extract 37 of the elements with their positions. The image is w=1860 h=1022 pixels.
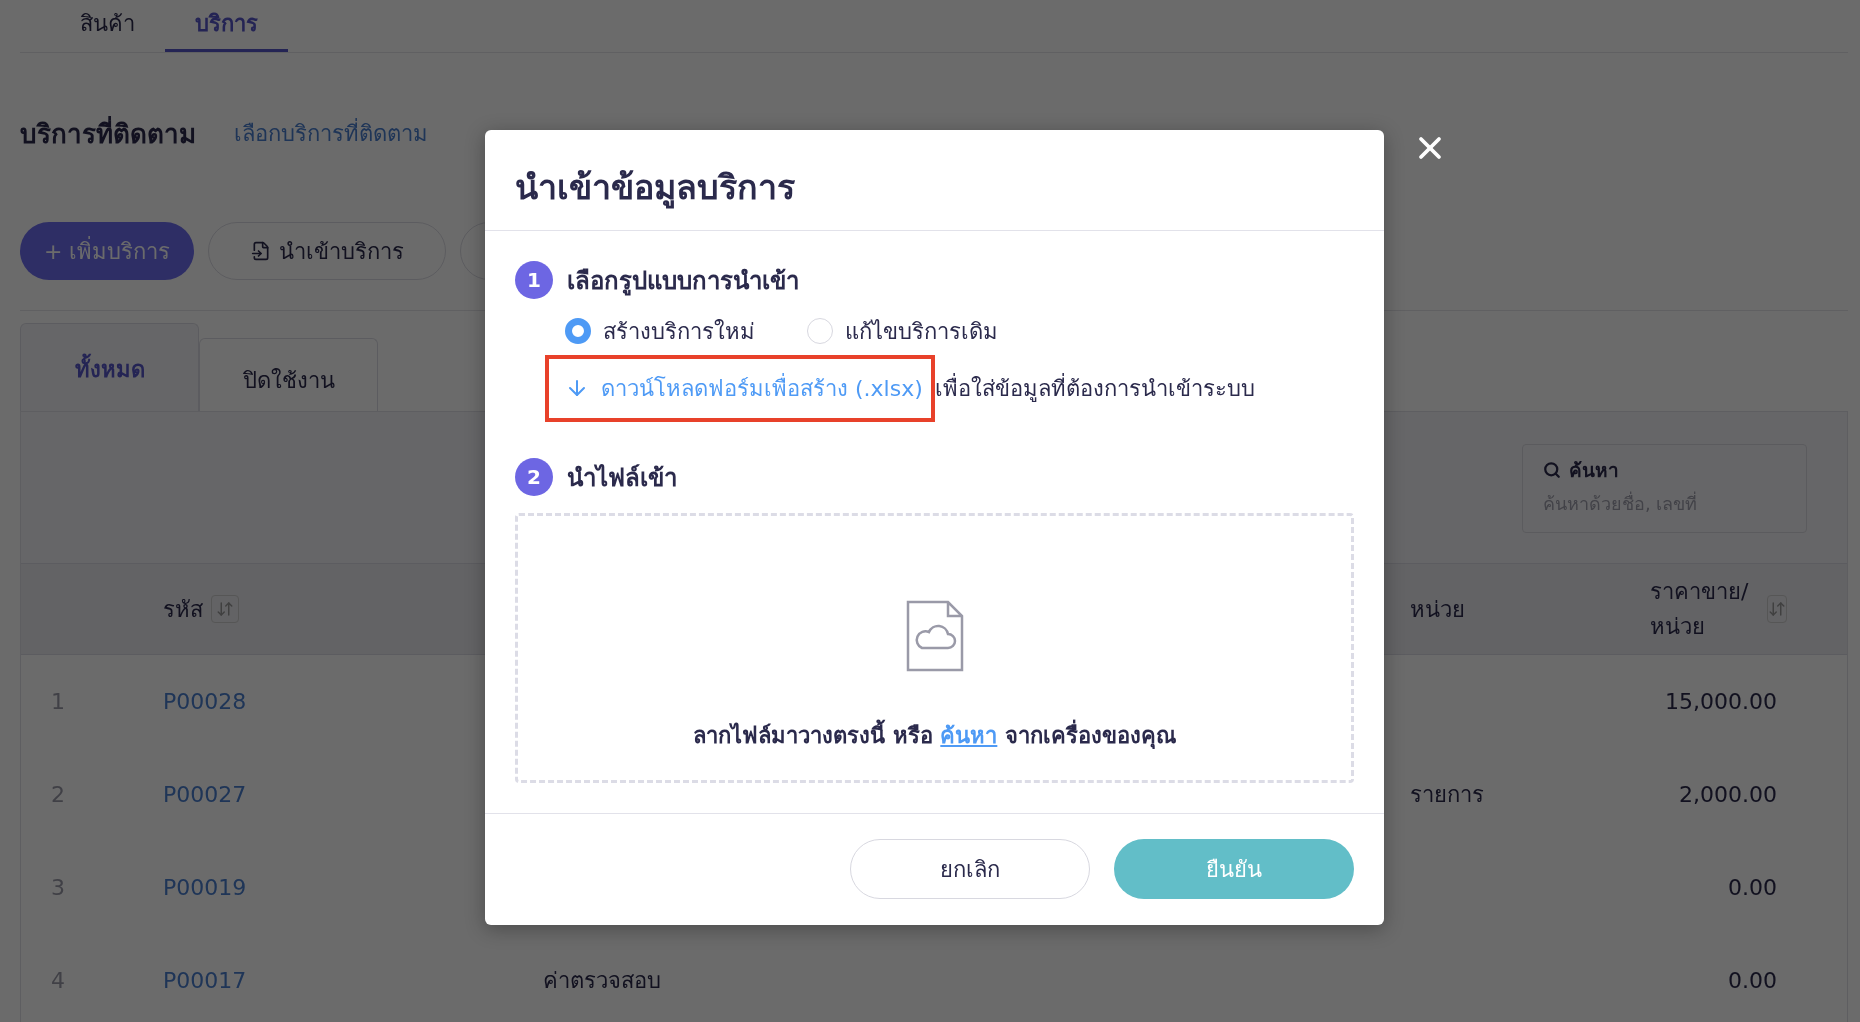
step-number: 2	[515, 458, 553, 497]
step-title: นำไฟล์เข้า	[567, 462, 677, 494]
file-cloud-icon	[905, 599, 964, 672]
sort-icon[interactable]	[211, 595, 239, 623]
import-button[interactable]: นำเข้าบริการ	[208, 222, 447, 280]
step-title: เลือกรูปแบบการนำเข้า	[567, 265, 799, 298]
radio-option[interactable]: แก้ไขบริการเดิม	[807, 313, 998, 349]
page-heading: บริการที่ติดตาม	[20, 113, 196, 154]
cancel-button[interactable]: ยกเลิก	[850, 839, 1090, 900]
table-cell-text: รายการ	[1410, 781, 1485, 809]
search-label: ค้นหา	[1543, 455, 1786, 485]
browse-link[interactable]: ค้นหา	[940, 722, 998, 748]
table-cell-text: 15,000.00	[1664, 689, 1777, 714]
select-link[interactable]: เลือกบริการที่ติดตาม	[234, 116, 428, 151]
tab[interactable]: ทั้งหมด	[20, 323, 199, 411]
tab[interactable]: สินค้า	[50, 0, 165, 52]
file-dropzone[interactable]: ลากไฟล์มาวางตรงนี้ หรือ ค้นหา จากเครื่องของคุณ	[515, 512, 1354, 783]
table-cell-text: 0.00	[1727, 875, 1777, 900]
column-header: หน่วย	[1410, 595, 1466, 624]
step-number: 1	[515, 261, 553, 300]
dialog-title: นำเข้าข้อมูลบริการ	[515, 166, 796, 211]
table-cell-text: 2,000.00	[1678, 782, 1777, 807]
radio-option[interactable]: สร้างบริการใหม่	[565, 313, 755, 349]
sort-icon[interactable]	[1766, 595, 1787, 623]
radio-icon[interactable]	[565, 318, 591, 345]
table-cell-text: ค่าตรวจสอบ	[543, 967, 662, 995]
tab[interactable]: บริการ	[165, 0, 288, 52]
file-import-icon	[250, 241, 271, 261]
confirm-button[interactable]: ยืนยัน	[1114, 839, 1354, 900]
column-header: ราคาขาย/หน่วย	[1650, 574, 1787, 644]
tab[interactable]: ปิดใช้งาน	[199, 338, 378, 411]
table-cell-text: 0.00	[1727, 968, 1777, 993]
code-link[interactable]: P00017	[163, 968, 543, 993]
download-note: เพื่อใส่ข้อมูลที่ต้องการนำเข้าระบบ	[934, 372, 1255, 404]
download-link[interactable]: ดาวน์โหลดฟอร์มเพื่อสร้าง (.xlsx)	[601, 370, 923, 406]
drop-hint: ลากไฟล์มาวางตรงนี้ หรือ ค้นหา จากเครื่องของคุณ	[693, 717, 1176, 753]
search-icon	[1543, 461, 1561, 479]
